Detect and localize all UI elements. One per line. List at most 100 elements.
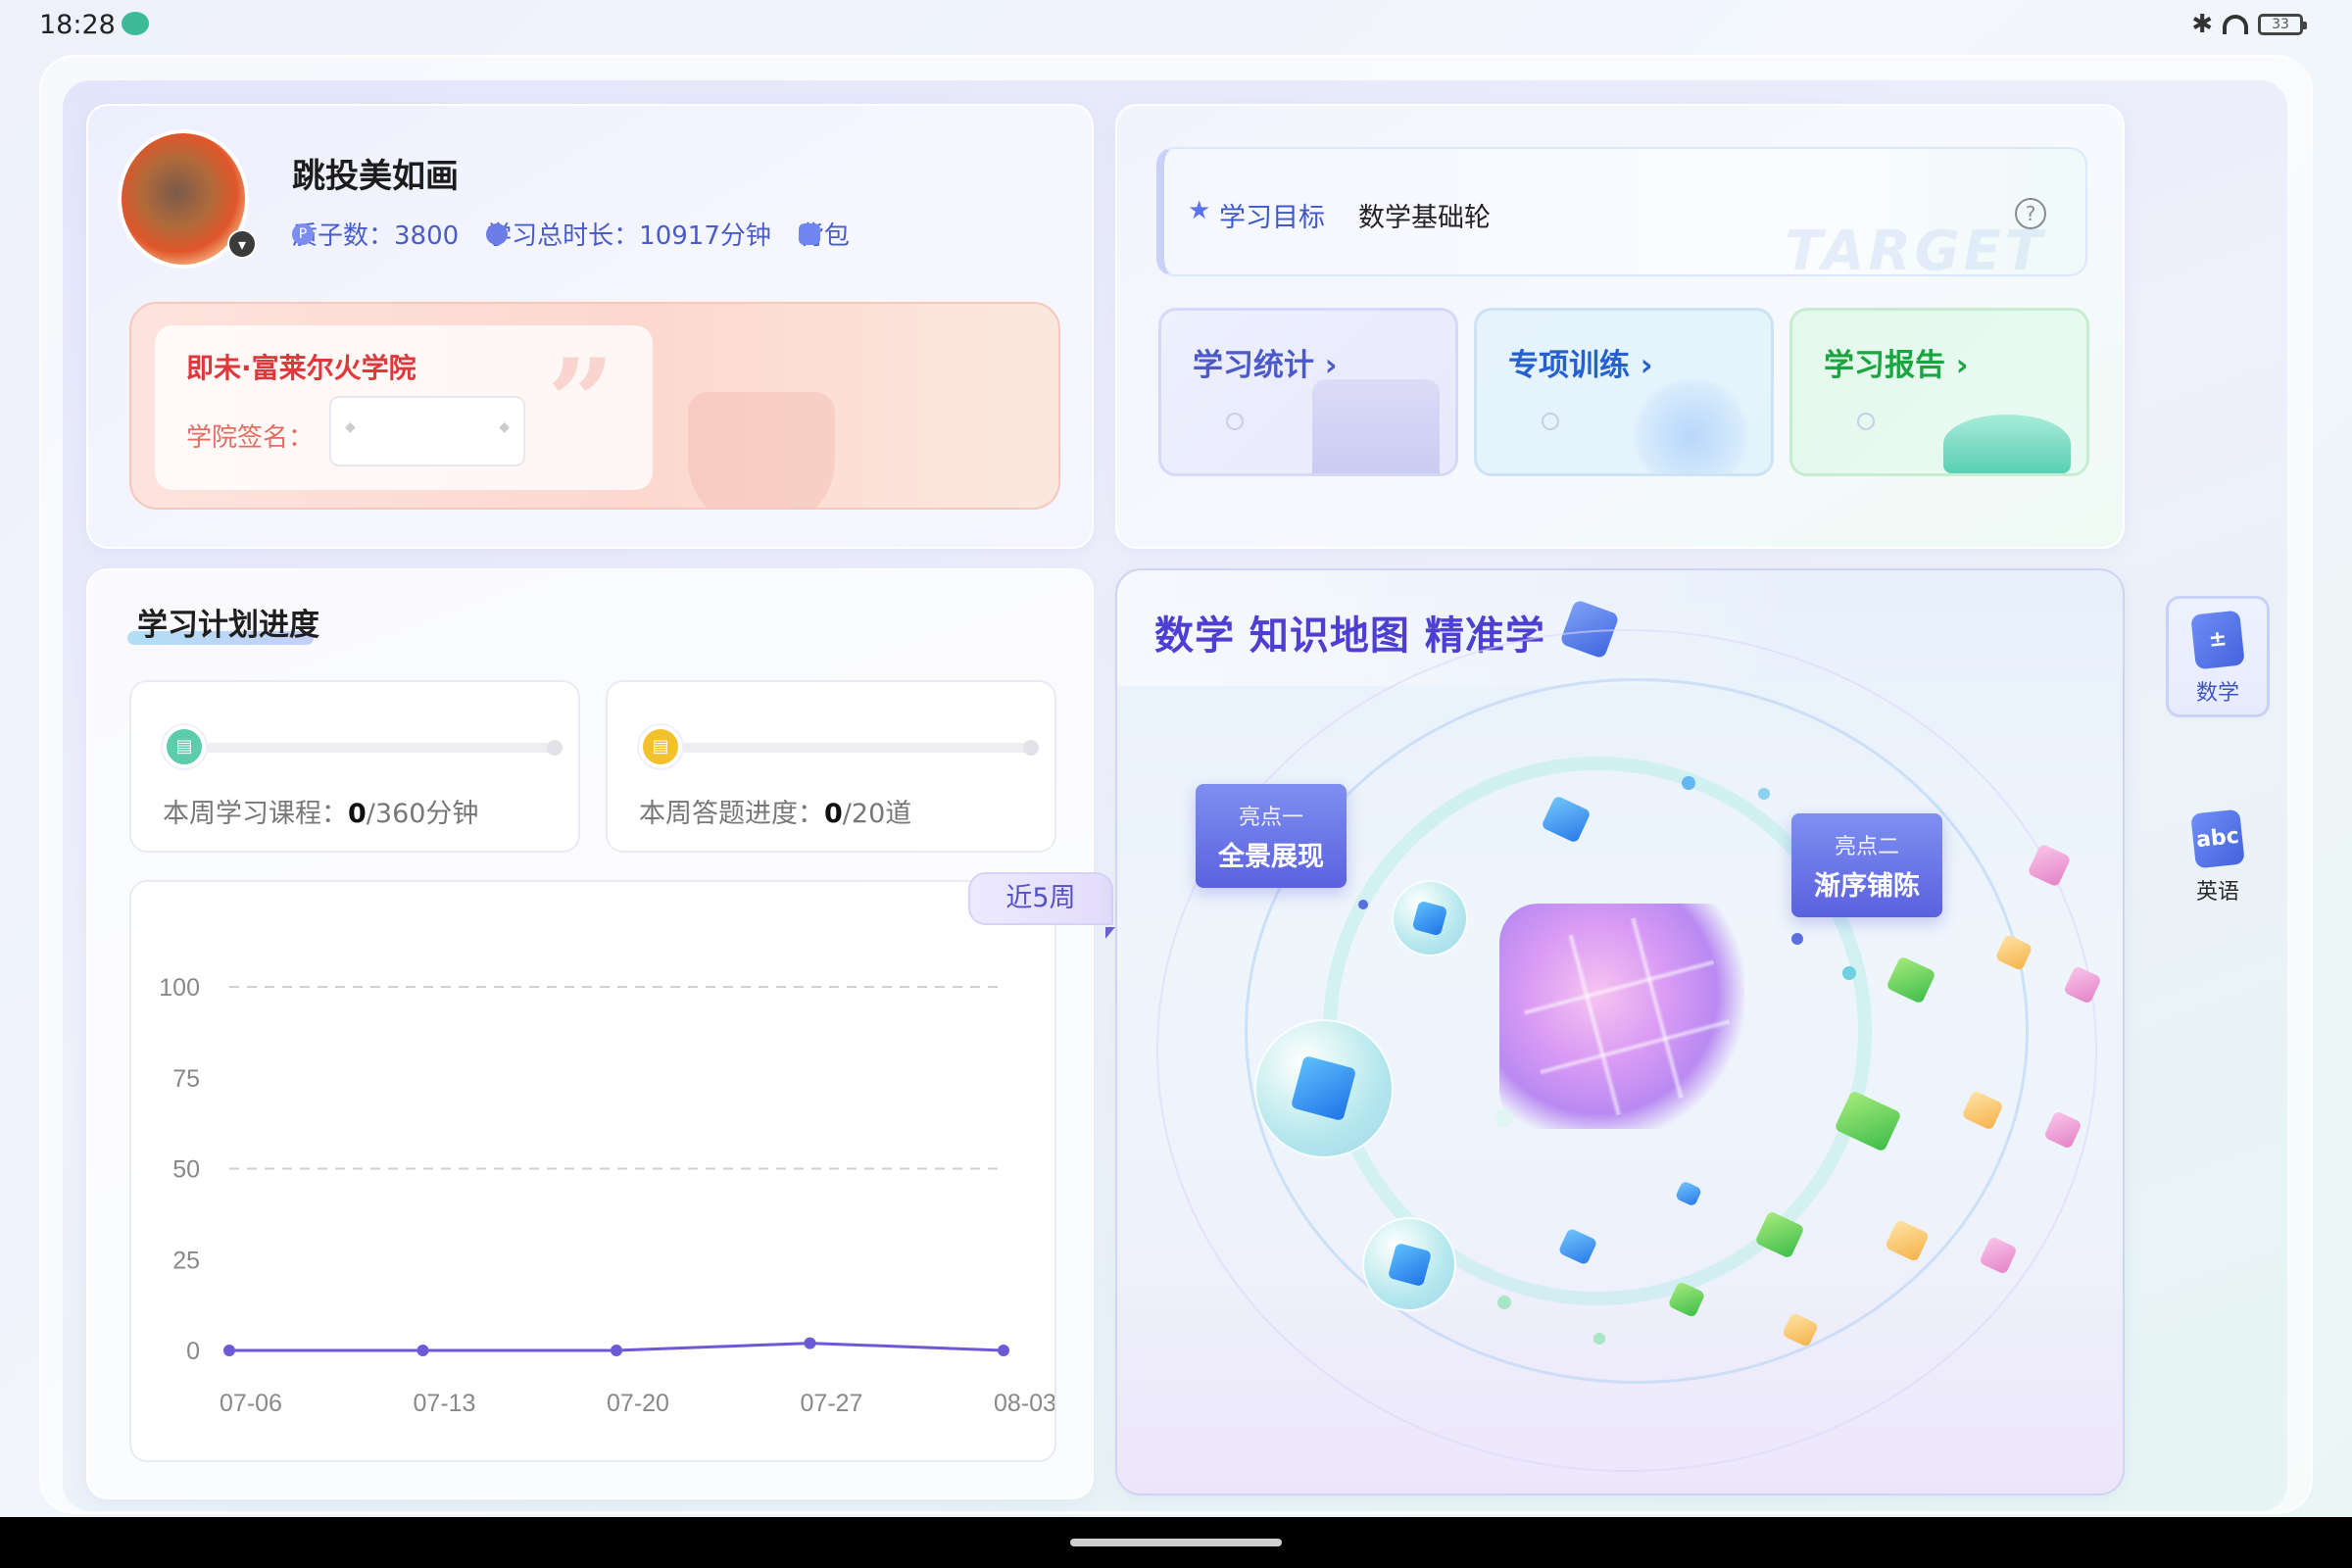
app-notification-icon <box>122 12 149 35</box>
x-tick-label: 07-13 <box>414 1390 476 1417</box>
decor-dot <box>1593 1333 1605 1345</box>
subject-english-label: 英语 <box>2195 880 2239 905</box>
chevron-right-icon: › <box>1324 348 1338 383</box>
english-book-icon: abc <box>2190 808 2245 869</box>
weekly-question-progress: ▤ 本周答题进度：0/20道 <box>606 680 1056 853</box>
battery-icon: 33 <box>2258 14 2307 35</box>
quark-icon: P <box>292 222 314 245</box>
help-icon[interactable]: ? <box>2015 198 2046 229</box>
decor-dot <box>1842 966 1856 980</box>
line-chart: 0 25 50 75 100 07-06 07-13 07-20 07-27 08-03 <box>159 974 1056 1417</box>
course-icon: ▤ <box>163 725 206 768</box>
academy-sign-field[interactable] <box>329 396 525 466</box>
study-duration-label: 学习总时长：10917分钟 <box>486 221 771 251</box>
highlight-main: 渐序铺陈 <box>1814 871 1920 902</box>
y-tick-label: 0 <box>186 1338 200 1365</box>
clock-time: 18:28 <box>39 10 116 40</box>
decor-dot <box>1495 1109 1513 1127</box>
bubble-cube-icon <box>1362 1217 1456 1311</box>
avatar-dropdown-icon[interactable]: ▾ <box>227 229 257 259</box>
decor-dot <box>1682 776 1695 790</box>
cube-core <box>1291 1055 1357 1122</box>
study-duration: 学习总时长：10917分钟 <box>486 216 771 252</box>
weekly-question-text: 本周答题进度：0/20道 <box>639 792 911 830</box>
highlight-panorama: 亮点一 全景展现 <box>1196 784 1347 888</box>
username: 跳投美如画 <box>292 157 459 196</box>
academy-emblem-icon <box>688 392 835 508</box>
academy-card[interactable]: 即未·富莱尔火学院 学院签名： ” <box>129 302 1060 510</box>
range-selector[interactable]: 近5周 <box>968 872 1115 939</box>
decor-dot <box>1542 413 1559 430</box>
academy-sign-label: 学院签名： <box>186 423 315 453</box>
graduation-cap-icon <box>1943 415 2071 473</box>
cube-core <box>1387 1242 1432 1287</box>
y-tick-label: 100 <box>159 974 200 1002</box>
decor-dot <box>1857 413 1875 430</box>
decor-dot <box>1791 933 1803 945</box>
question-icon: ▤ <box>639 725 682 768</box>
subject-math-label: 数学 <box>2195 681 2239 706</box>
weekly-question-label: 本周答题进度： <box>639 799 824 829</box>
quark-label: 质子数：3800 <box>292 221 460 251</box>
bluetooth-icon: ✱ <box>2191 10 2213 39</box>
data-point <box>804 1337 816 1349</box>
data-point <box>998 1345 1009 1356</box>
weekly-question-total: /20道 <box>842 799 912 829</box>
study-report-tile[interactable]: 学习报告 › <box>1789 308 2089 476</box>
study-stats-tile[interactable]: 学习统计 › <box>1158 308 1458 476</box>
study-target-label: 学习目标 <box>1219 203 1325 233</box>
weekly-course-label: 本周学习课程： <box>163 799 348 829</box>
progress-end-dot <box>547 740 563 756</box>
system-nav-bar <box>0 1517 2352 1568</box>
y-tick-label: 50 <box>172 1156 200 1184</box>
weekly-course-progress: ▤ 本周学习课程：0/360分钟 <box>129 680 580 853</box>
bar-chart-illustration-icon <box>1312 379 1440 473</box>
x-tick-label: 07-20 <box>607 1390 669 1417</box>
x-tick-label: 07-06 <box>220 1390 282 1417</box>
chevron-right-icon: › <box>1955 348 1969 383</box>
status-indicators: ✱ 33 <box>2191 10 2307 39</box>
academy-name: 即未·富莱尔火学院 <box>186 352 416 384</box>
study-report-title: 学习报告 › <box>1824 340 1969 384</box>
trophy-cup-icon <box>1628 379 1755 473</box>
home-gesture-handle[interactable] <box>1070 1539 1282 1546</box>
highlight-sub: 亮点一 <box>1238 806 1303 830</box>
data-point <box>611 1345 622 1356</box>
study-stats-label: 学习统计 <box>1193 348 1314 383</box>
weekly-course-done: 0 <box>348 799 367 829</box>
plan-title: 学习计划进度 <box>137 608 319 643</box>
special-training-tile[interactable]: 专项训练 › <box>1474 308 1774 476</box>
subject-math[interactable]: ± 数学 <box>2166 596 2270 717</box>
decor-dot <box>1497 1296 1511 1309</box>
highlight-progressive: 亮点二 渐序铺陈 <box>1791 813 1942 917</box>
wifi-icon <box>2223 15 2248 34</box>
study-target-value: 数学基础轮 <box>1358 203 1491 233</box>
subject-english[interactable]: abc 英语 <box>2166 798 2270 919</box>
special-training-label: 专项训练 <box>1508 348 1630 383</box>
clock-icon <box>486 222 509 245</box>
profile-stats: P 质子数：3800 学习总时长：10917分钟 背包 <box>292 216 877 252</box>
knowledge-map-card[interactable]: 数学 知识地图 精准学 亮点一 全景展现 亮点二 渐序铺陈 <box>1115 568 2125 1495</box>
plan-progress-card: 学习计划进度 ▤ 本周学习课程：0/360分钟 ▤ 本周答题进度：0/20道 0… <box>86 568 1115 1499</box>
bubble-cube-icon <box>1254 1019 1394 1158</box>
data-point <box>223 1345 235 1356</box>
quote-icon: ” <box>547 333 615 471</box>
status-bar: 18:28 ✱ 33 <box>0 0 2352 49</box>
x-tick-label: 07-27 <box>801 1390 863 1417</box>
target-watermark: TARGET <box>1785 220 2046 283</box>
study-target[interactable]: ★ 学习目标 数学基础轮 TARGET ? <box>1156 147 2087 283</box>
highlight-main: 全景展现 <box>1218 842 1324 872</box>
decor-dot <box>1758 788 1770 800</box>
quark-count: P 质子数：3800 <box>292 216 459 252</box>
cube-core <box>1411 900 1448 937</box>
progress-chart: 0 25 50 75 100 07-06 07-13 07-20 07-27 08-03 <box>129 880 1056 1462</box>
decor-dot <box>1358 900 1368 909</box>
battery-level: 33 <box>2272 17 2289 32</box>
special-training-title: 专项训练 › <box>1508 340 1653 384</box>
weekly-course-text: 本周学习课程：0/360分钟 <box>163 792 478 830</box>
backpack-link[interactable]: 背包 <box>798 216 850 252</box>
goals-card: ★ 学习目标 数学基础轮 TARGET ? 学习统计 › 专项训练 › 学习报告… <box>1115 104 2125 549</box>
x-tick-label: 08-03 <box>994 1390 1056 1417</box>
backpack-icon <box>798 222 820 245</box>
progress-track <box>682 743 1031 753</box>
